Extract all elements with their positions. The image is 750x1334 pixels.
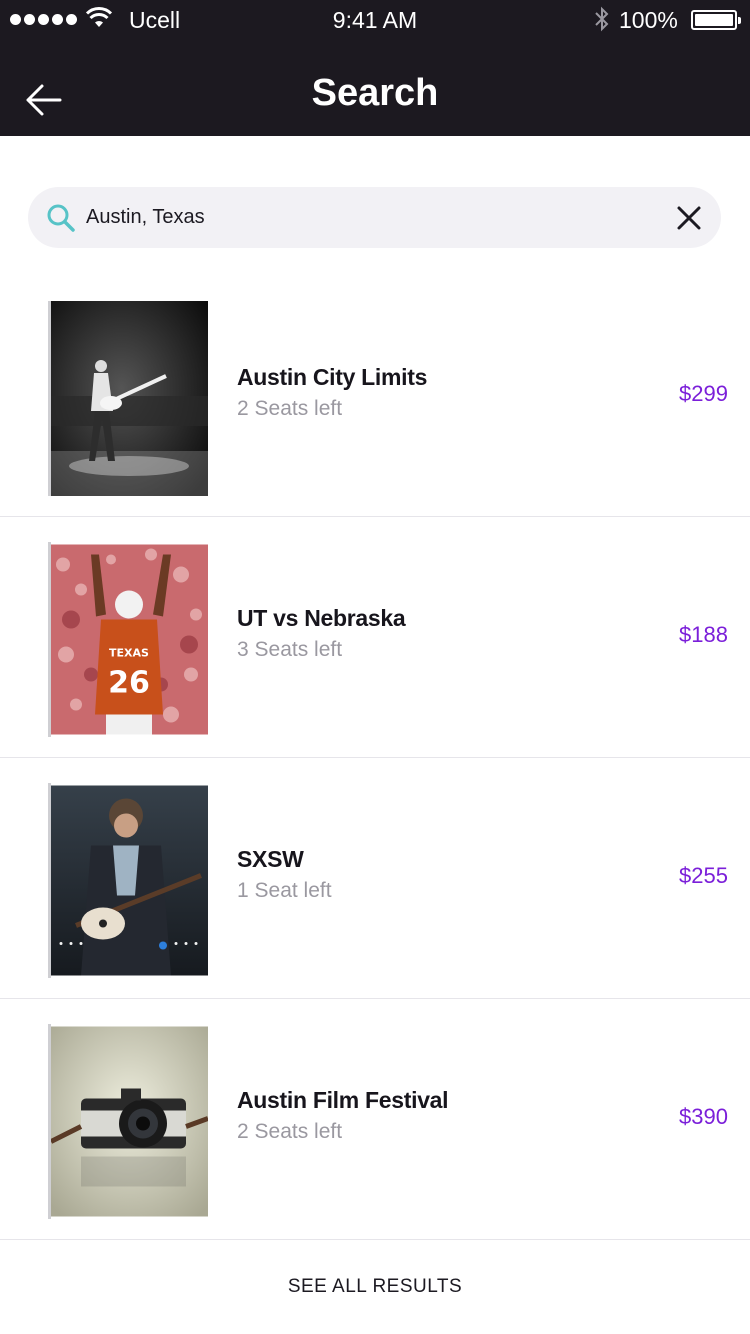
result-item[interactable]: SXSW 1 Seat left $255: [0, 758, 750, 999]
event-price: $390: [679, 1104, 728, 1129]
event-price: $188: [679, 622, 728, 647]
svg-text:26: 26: [108, 666, 150, 701]
battery-icon: [691, 10, 741, 30]
event-title: UT vs Nebraska: [237, 605, 406, 631]
event-image: [48, 301, 208, 496]
nav-bar: Search: [0, 40, 750, 136]
page-title: Search: [311, 72, 439, 114]
event-info: Austin Film Festival 2 Seats left: [237, 1087, 449, 1144]
seats-left: 2 Seats left: [237, 397, 343, 420]
event-title: Austin City Limits: [237, 364, 428, 390]
seats-left: 1 Seat left: [237, 879, 332, 902]
event-price: $299: [679, 381, 728, 406]
event-title: Austin Film Festival: [237, 1087, 449, 1113]
result-item[interactable]: Austin Film Festival 2 Seats left $390: [0, 999, 750, 1240]
search-input[interactable]: [86, 187, 646, 248]
results-list: Austin City Limits 2 Seats left $299 TEX…: [0, 276, 750, 1240]
seats-left: 3 Seats left: [237, 638, 343, 661]
search-icon: [47, 204, 75, 232]
battery-percent: 100%: [619, 7, 678, 33]
svg-text:TEXAS: TEXAS: [109, 647, 149, 660]
close-icon[interactable]: [674, 203, 704, 233]
search-bar: [28, 187, 721, 248]
event-price: $255: [679, 863, 728, 888]
event-info: SXSW 1 Seat left: [237, 846, 332, 903]
see-all-results-button[interactable]: SEE ALL RESULTS: [0, 1262, 750, 1312]
event-info: UT vs Nebraska 3 Seats left: [237, 605, 406, 662]
event-image: [48, 1024, 208, 1219]
seats-left: 2 Seats left: [237, 1120, 343, 1143]
status-bar: Ucell 9:41 AM 100%: [0, 0, 750, 40]
event-image: [48, 783, 208, 978]
event-info: Austin City Limits 2 Seats left: [237, 364, 427, 421]
result-item[interactable]: Austin City Limits 2 Seats left $299: [0, 276, 750, 517]
bluetooth-icon: [595, 6, 609, 32]
result-item[interactable]: TEXAS 26 UT vs Nebraska 3 Seats left $18…: [0, 517, 750, 758]
event-title: SXSW: [237, 846, 304, 872]
event-image: TEXAS 26: [48, 542, 208, 737]
